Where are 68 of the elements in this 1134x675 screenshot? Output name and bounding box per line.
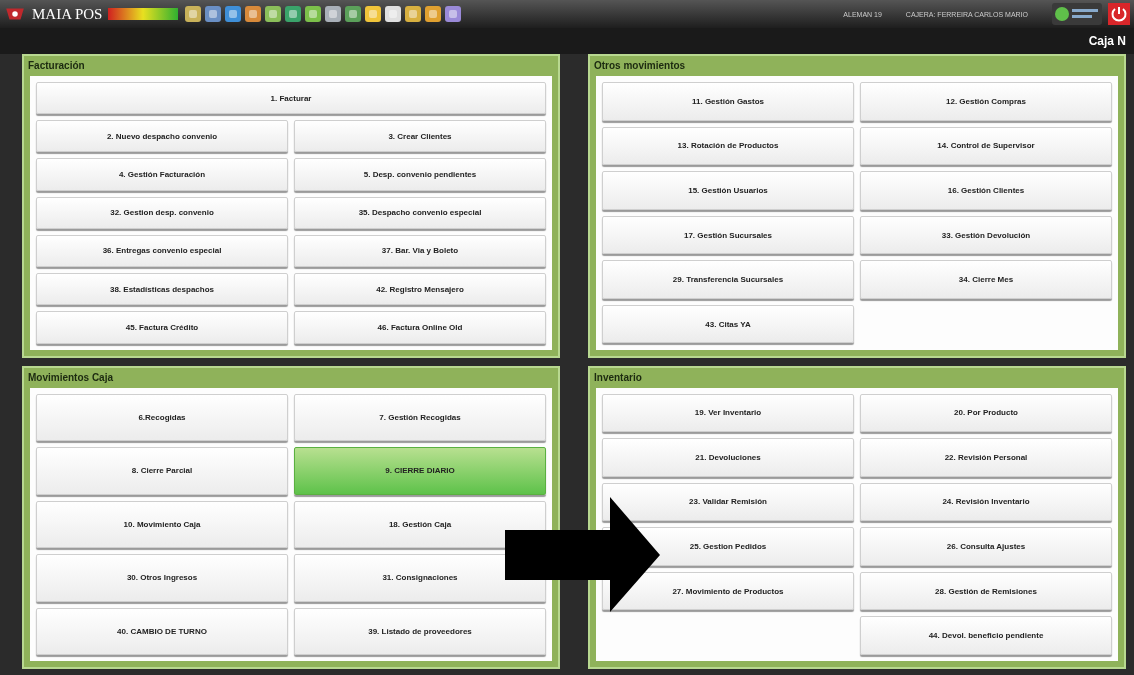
toolbar-app-icon[interactable] [224,5,243,23]
menu-button[interactable]: 32. Gestion desp. convenio [36,196,288,229]
toolbar-app-icon[interactable] [324,5,343,23]
menu-button[interactable]: 17. Gestión Sucursales [602,215,854,255]
menu-button[interactable]: 10. Movimiento Caja [36,500,288,548]
menu-button[interactable]: 5. Desp. convenio pendientes [294,158,546,191]
toolbar-app-icon[interactable] [184,5,203,23]
menu-button[interactable]: 12. Gestión Compras [860,82,1112,121]
menu-button[interactable]: 3. Crear Clientes [294,120,546,153]
toolbar-app-icon[interactable] [264,5,283,23]
menu-button[interactable]: 18. Gestión Caja [294,500,546,548]
menu-button[interactable]: 35. Despacho convenio especial [294,196,546,229]
menu-button[interactable]: 16. Gestión Clientes [860,171,1112,210]
menu-button[interactable]: 4. Gestión Facturación [36,158,288,191]
menu-button[interactable]: 15. Gestión Usuarios [602,171,854,210]
menu-button[interactable]: 28. Gestión de Remisiones [860,571,1112,611]
menu-button[interactable]: 42. Registro Mensajero [294,273,546,306]
arrow-icon [505,497,660,612]
menu-button[interactable]: 45. Factura Crédito [36,311,288,344]
toolbar-app-icon[interactable] [304,5,323,23]
toolbar-app-icon[interactable] [344,5,363,23]
menu-button[interactable]: 30. Otros Ingresos [36,554,288,602]
menu-button[interactable]: 37. Bar. Via y Boleto [294,234,546,268]
menu-button[interactable]: 1. Facturar [36,82,546,115]
menu-button[interactable]: 38. Estadísticas despachos [36,273,288,306]
menu-button[interactable]: 21. Devoluciones [602,438,854,477]
toolbar-app-icon[interactable] [444,5,463,23]
panel-title: Facturación [27,59,86,73]
toolbar-app-icon[interactable] [244,5,263,23]
menu-button[interactable]: 44. Devol. beneficio pendiente [860,616,1112,655]
menu-button[interactable]: 2. Nuevo despacho convenio [36,120,288,153]
menu-button[interactable]: 36. Entregas convenio especial [36,234,288,268]
toolbar-app-icon[interactable] [204,5,223,23]
menu-button[interactable]: 23. Validar Remisión [602,482,854,522]
menu-button[interactable]: 22. Revisión Personal [860,438,1112,477]
app-name: MAIA POS [32,5,103,23]
panel-title: Otros movimientos [593,59,687,73]
toolbar-app-icon[interactable] [404,5,423,23]
menu-button[interactable]: 6.Recogidas [36,393,288,441]
menu-button[interactable]: 20. Por Producto [860,393,1112,433]
toolbar-app-icon[interactable] [284,5,303,23]
menu-button[interactable]: 34. Cierre Mes [860,260,1112,299]
sales-meter [108,8,179,20]
menu-button[interactable]: 24. Revisión Inventario [860,482,1112,522]
menu-button[interactable]: 46. Factura Online Old [294,311,546,344]
menu-button[interactable]: 14. Control de Supervisor [860,126,1112,166]
toolbar-app-icon[interactable] [424,5,443,23]
toolbar-app-icon[interactable] [384,5,403,23]
brand-logo-icon [1052,3,1102,25]
menu-button[interactable]: 26. Consulta Ajustes [860,527,1112,566]
menu-button[interactable]: 40. CAMBIO DE TURNO [36,607,288,655]
panel-title: Movimientos Caja [27,370,115,385]
toolbar-app-icon[interactable] [364,5,383,23]
menu-button[interactable]: 31. Consignaciones [294,554,546,602]
menu-button[interactable]: 8. Cierre Parcial [36,447,288,495]
menu-button[interactable]: 11. Gestión Gastos [602,82,854,121]
menu-button[interactable]: 19. Ver Inventario [602,393,854,433]
menu-button[interactable]: 13. Rotación de Productos [602,126,854,166]
menu-button[interactable]: 9. CIERRE DIARIO [294,447,546,495]
menu-button[interactable]: 7. Gestión Recogidas [294,393,546,441]
page-title: Caja N [1088,34,1126,48]
menu-button[interactable]: 29. Transferencia Sucursales [602,260,854,299]
menu-button[interactable]: 43. Citas YA [602,304,854,344]
panel-title: Inventario [593,370,643,385]
menu-button[interactable]: 27. Movimiento de Productos [602,571,854,611]
menu-button[interactable]: 39. Listado de proveedores [294,607,546,655]
menu-button[interactable]: 33. Gestión Devolución [860,215,1112,255]
power-icon[interactable] [1108,3,1130,25]
